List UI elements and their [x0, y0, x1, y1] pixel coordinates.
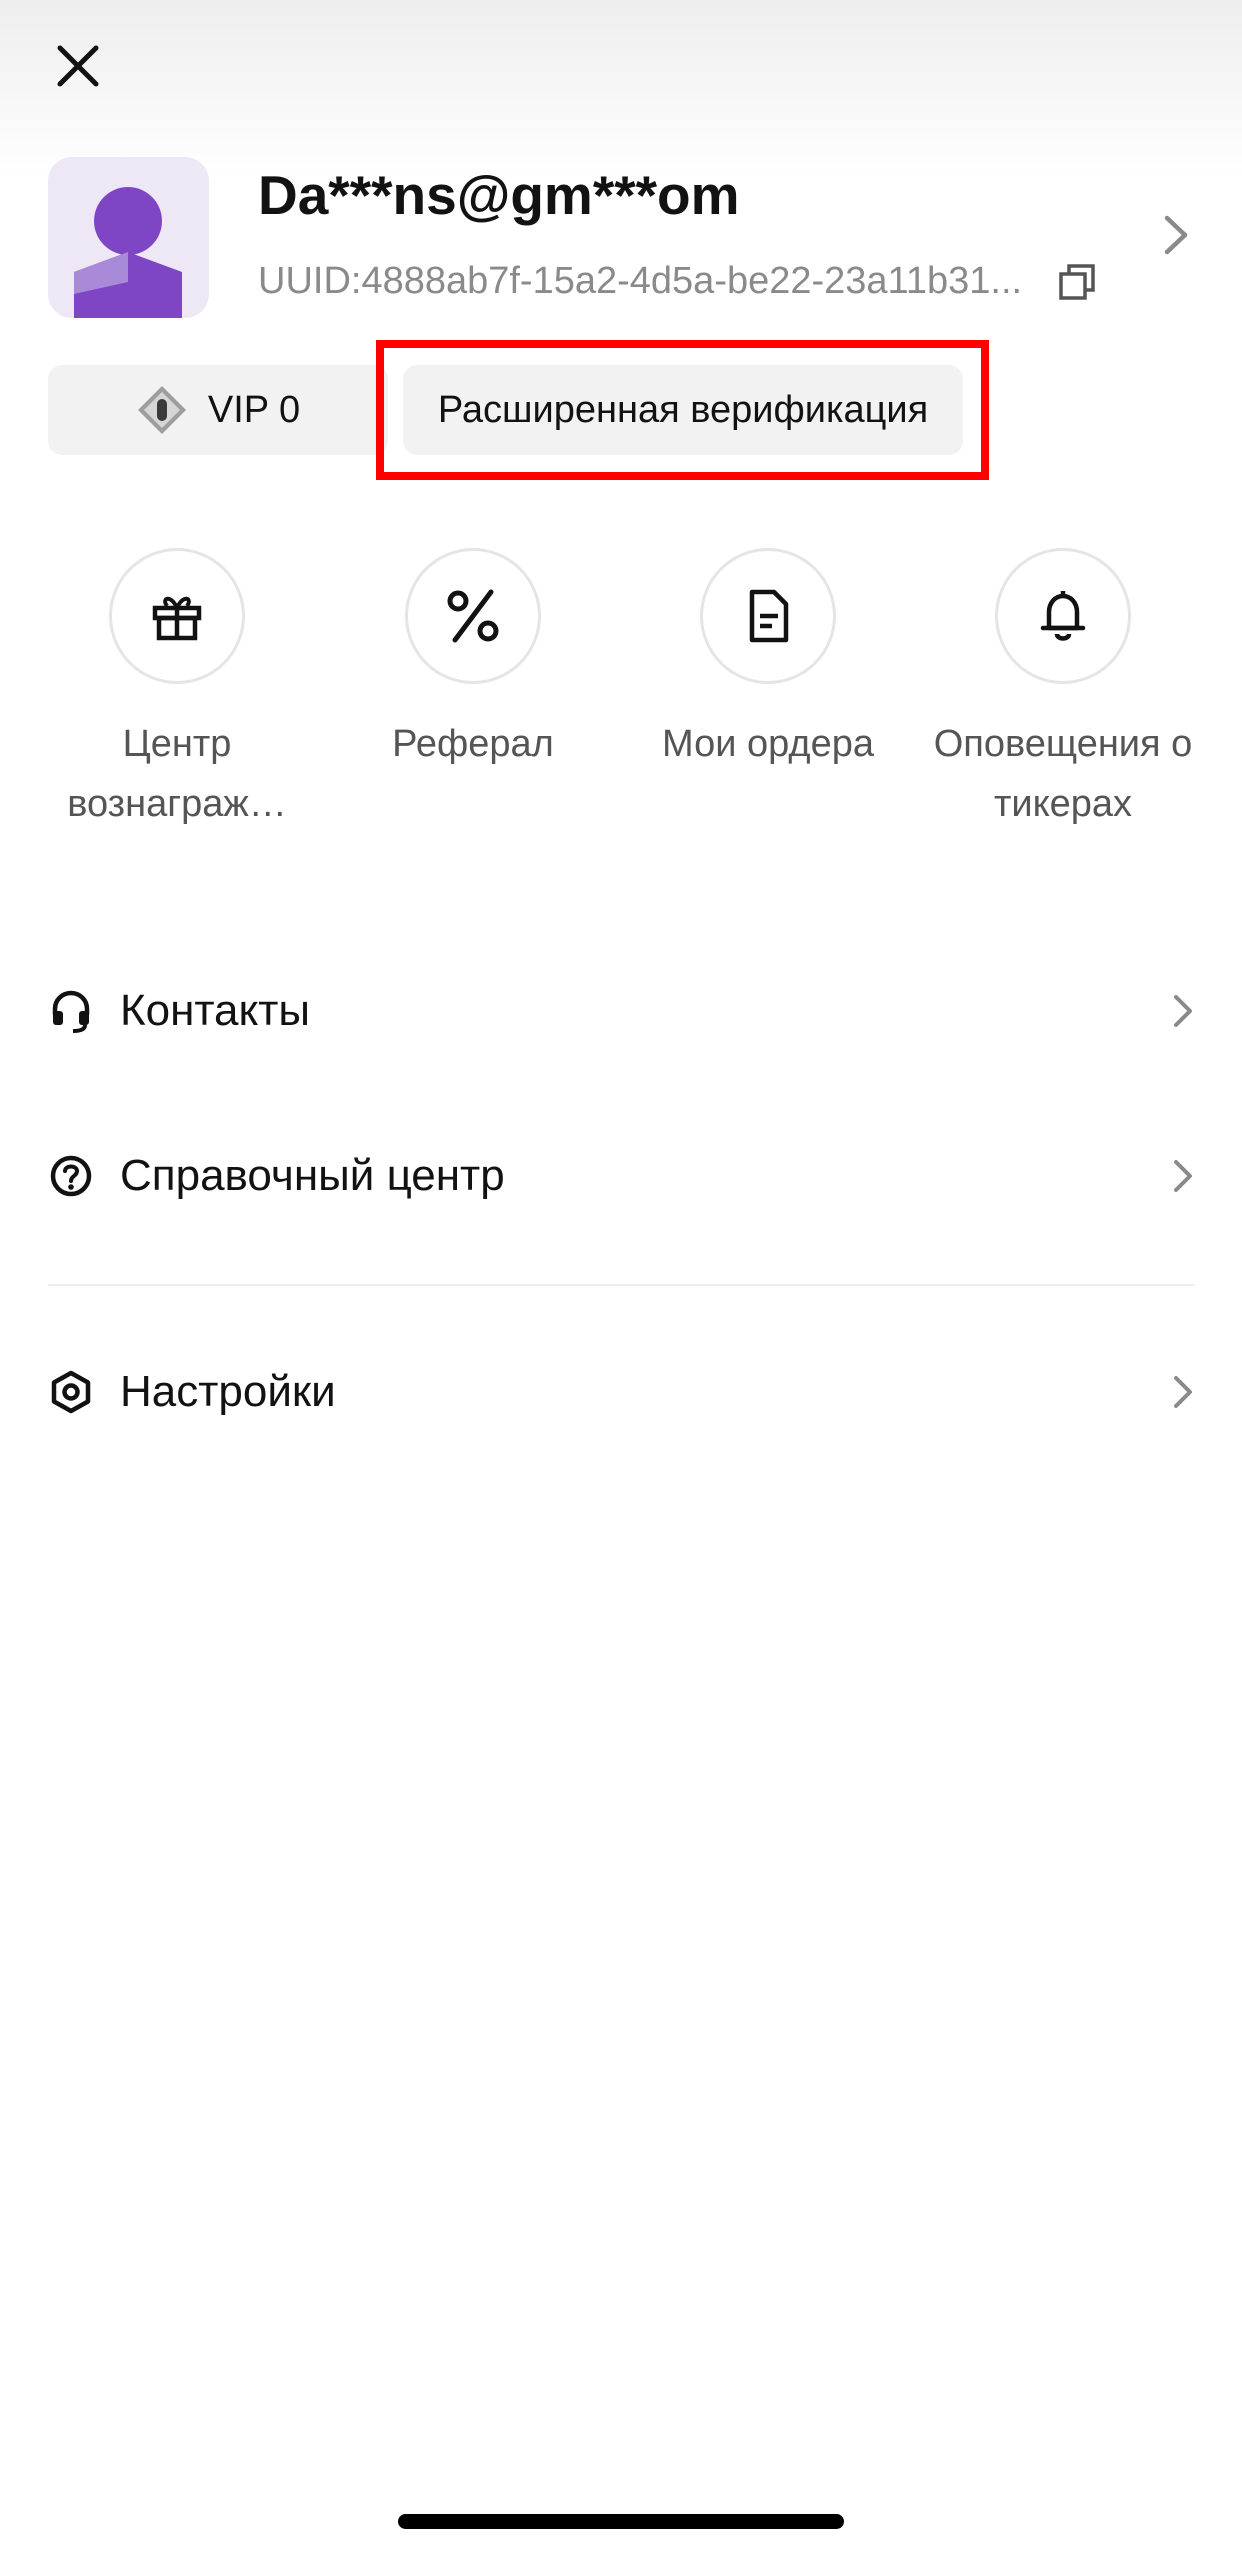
menu-item-help-center[interactable]: Справочный центр [48, 1126, 1198, 1226]
quick-action-label: Реферал [392, 723, 554, 765]
quick-action-circle [109, 548, 245, 684]
chevron-right-icon [1174, 1160, 1192, 1192]
quick-action-ticker-alerts[interactable]: Оповещения о тикерах [918, 548, 1208, 834]
vip-badge[interactable]: VIP 0 [48, 365, 388, 455]
chevron-right-icon [1174, 1376, 1192, 1408]
quick-action-my-orders[interactable]: Мои ордера [623, 548, 913, 774]
quick-action-circle [405, 548, 541, 684]
menu-item-label: Настройки [120, 1367, 336, 1416]
gift-icon [152, 596, 202, 641]
menu-icon [48, 1369, 94, 1415]
chevron-right-icon [1164, 215, 1188, 255]
menu-item-settings[interactable]: Настройки [48, 1342, 1198, 1442]
menu-chevron [1168, 1156, 1198, 1196]
user-avatar-icon [74, 187, 182, 318]
quick-action-referral[interactable]: Реферал [328, 548, 618, 774]
quick-action-label: Центр вознаграж… [67, 723, 287, 825]
menu-chevron [1168, 991, 1198, 1031]
menu-item-label: Контакты [120, 986, 311, 1035]
quick-action-circle [995, 548, 1131, 684]
bell-icon [1040, 591, 1086, 641]
menu-divider [48, 1284, 1194, 1286]
copy-button[interactable] [1056, 261, 1098, 303]
percent-icon [447, 589, 499, 643]
quick-action-circle [700, 548, 836, 684]
profile-username: Da***ns@gm***om [258, 164, 740, 226]
quick-action-label: Оповещения о тикерах [933, 723, 1193, 825]
profile-details-button[interactable] [1154, 210, 1198, 260]
uuid-row: UUID:4888ab7f-15a2-4d5a-be22-23a11b31... [258, 260, 1098, 303]
vip-diamond-icon [137, 386, 186, 434]
document-icon [749, 589, 789, 643]
chevron-right-icon [1174, 995, 1192, 1027]
verification-highlight-box [376, 340, 989, 480]
header-background [0, 0, 1242, 180]
vip-label: VIP 0 [207, 388, 301, 431]
menu-icon [48, 1153, 94, 1199]
menu-icon [48, 988, 94, 1034]
quick-action-rewards-center[interactable]: Центр вознаграж… [32, 548, 322, 834]
close-button[interactable] [48, 36, 108, 96]
profile-uuid: UUID:4888ab7f-15a2-4d5a-be22-23a11b31... [258, 260, 1023, 302]
help-circle-icon [50, 1155, 92, 1197]
home-indicator[interactable] [398, 2514, 844, 2529]
avatar[interactable] [48, 157, 209, 318]
headset-icon [52, 990, 90, 1033]
settings-hexagon-icon [51, 1370, 91, 1414]
copy-icon [1059, 263, 1095, 300]
menu-chevron [1168, 1372, 1198, 1412]
menu-item-label: Справочный центр [120, 1151, 505, 1200]
close-icon [57, 45, 99, 87]
quick-action-label: Мои ордера [662, 723, 874, 765]
menu-item-contacts[interactable]: Контакты [48, 961, 1198, 1061]
